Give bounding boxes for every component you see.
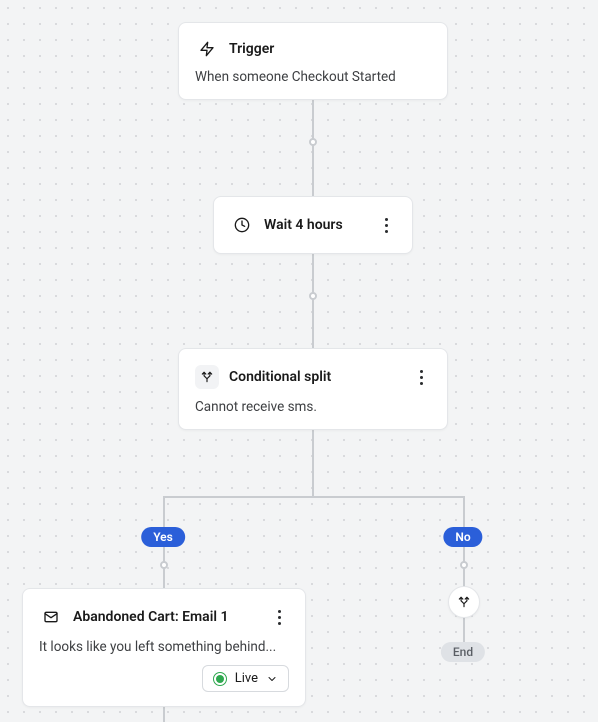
split-icon [457,595,471,609]
trigger-card[interactable]: Trigger When someone Checkout Started [178,22,448,100]
clock-icon [230,213,254,237]
conditional-more-button[interactable] [411,363,431,391]
lightning-icon [195,37,219,61]
branch-no-pill: No [443,527,482,547]
more-vertical-icon [420,370,423,385]
more-vertical-icon [385,218,388,233]
more-vertical-icon [278,610,281,625]
wait-label: Wait 4 hours [264,217,343,233]
status-select[interactable]: Live [202,665,289,692]
trigger-description: When someone Checkout Started [195,69,431,85]
conditional-split-card[interactable]: Conditional split Cannot receive sms. [178,348,448,430]
trigger-title: Trigger [229,41,274,57]
status-live-icon [213,672,227,686]
branch-yes-pill: Yes [141,527,185,547]
chevron-down-icon [266,673,278,685]
email-more-button[interactable] [269,603,289,631]
email-card[interactable]: Abandoned Cart: Email 1 It looks like yo… [22,588,306,707]
conditional-title: Conditional split [229,369,331,385]
conditional-description: Cannot receive sms. [195,399,431,415]
email-title: Abandoned Cart: Email 1 [73,609,228,625]
split-icon [195,365,219,389]
wait-card[interactable]: Wait 4 hours [213,196,413,254]
mail-icon [39,605,63,629]
end-pill: End [441,642,485,662]
status-label: Live [235,671,258,686]
email-preview: It looks like you left something behind.… [39,639,289,655]
wait-more-button[interactable] [376,211,396,239]
add-split-button[interactable] [448,586,480,618]
